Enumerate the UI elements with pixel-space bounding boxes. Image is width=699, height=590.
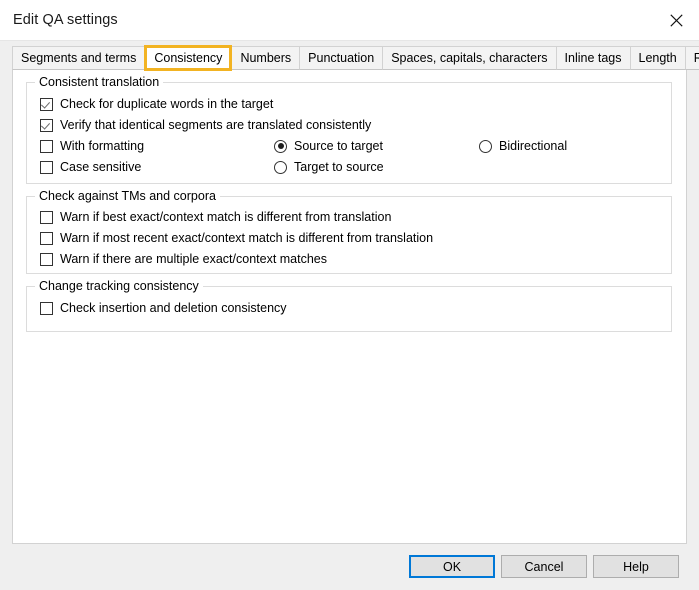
radio-label: Bidirectional [499,139,567,153]
button-label: Help [623,560,649,574]
checkbox-with-formatting[interactable]: With formatting [40,139,144,153]
checkbox-warn-most-recent-exact-context-match[interactable]: Warn if most recent exact/context match … [40,231,433,245]
tab-numbers[interactable]: Numbers [231,46,300,70]
cancel-button[interactable]: Cancel [501,555,587,578]
checkbox-case-sensitive[interactable]: Case sensitive [40,160,141,174]
checkbox-box [40,161,53,174]
dialog-button-bar: OK Cancel Help [0,544,699,590]
checkbox-label: With formatting [60,139,144,153]
tab-punctuation[interactable]: Punctuation [299,46,383,70]
checkbox-warn-best-exact-context-match[interactable]: Warn if best exact/context match is diff… [40,210,391,224]
checkbox-check-insertion-deletion-consistency[interactable]: Check insertion and deletion consistency [40,301,287,315]
checkbox-label: Warn if best exact/context match is diff… [60,210,391,224]
checkbox-label: Check for duplicate words in the target [60,97,273,111]
tab-label: Consistency [154,51,222,65]
checkbox-label: Warn if there are multiple exact/context… [60,252,327,266]
tab-label: Punctuation [308,51,374,65]
tab-strip: Segments and terms Consistency Numbers P… [12,45,699,70]
checkbox-box [40,253,53,266]
group-consistent-translation: Consistent translation Check for duplica… [26,82,672,184]
checkbox-label: Verify that identical segments are trans… [60,118,371,132]
radio-label: Source to target [294,139,383,153]
group-title: Check against TMs and corpora [35,189,220,203]
group-check-against-tms-and-corpora: Check against TMs and corpora Warn if be… [26,196,672,274]
tab-length[interactable]: Length [630,46,686,70]
checkbox-label: Warn if most recent exact/context match … [60,231,433,245]
radio-target-to-source[interactable]: Target to source [274,160,384,174]
checkbox-box [40,140,53,153]
tab-label: Spaces, capitals, characters [391,51,547,65]
radio-source-to-target[interactable]: Source to target [274,139,383,153]
radio-label: Target to source [294,160,384,174]
title-bar: Edit QA settings [0,0,699,41]
checkbox-box [40,211,53,224]
checkbox-box [40,232,53,245]
tab-regex[interactable]: Regex [685,46,699,70]
checkbox-label: Check insertion and deletion consistency [60,301,287,315]
group-title: Consistent translation [35,75,163,89]
tab-spaces-capitals-characters[interactable]: Spaces, capitals, characters [382,46,556,70]
tab-inline-tags[interactable]: Inline tags [556,46,631,70]
button-label: OK [443,560,461,574]
help-button[interactable]: Help [593,555,679,578]
tab-label: Segments and terms [21,51,136,65]
checkbox-label: Case sensitive [60,160,141,174]
radio-bidirectional[interactable]: Bidirectional [479,139,567,153]
radio-circle [274,161,287,174]
checkbox-box [40,302,53,315]
tab-label: Regex [694,51,699,65]
close-icon[interactable] [653,0,699,40]
checkbox-box [40,98,53,111]
radio-circle [479,140,492,153]
radio-circle [274,140,287,153]
edit-qa-settings-dialog: Edit QA settings Segments and terms Cons… [0,0,699,590]
button-label: Cancel [525,560,564,574]
tab-segments-and-terms[interactable]: Segments and terms [12,46,145,70]
checkbox-warn-multiple-exact-context-matches[interactable]: Warn if there are multiple exact/context… [40,252,327,266]
checkbox-box [40,119,53,132]
window-title: Edit QA settings [13,12,118,28]
checkbox-check-duplicate-words[interactable]: Check for duplicate words in the target [40,97,273,111]
tab-label: Inline tags [565,51,622,65]
group-change-tracking-consistency: Change tracking consistency Check insert… [26,286,672,332]
tab-label: Length [639,51,677,65]
tab-consistency[interactable]: Consistency [144,45,232,71]
ok-button[interactable]: OK [409,555,495,578]
group-title: Change tracking consistency [35,279,203,293]
consistency-tab-panel: Consistent translation Check for duplica… [12,69,687,544]
tab-label: Numbers [240,51,291,65]
checkbox-verify-identical-segments[interactable]: Verify that identical segments are trans… [40,118,371,132]
